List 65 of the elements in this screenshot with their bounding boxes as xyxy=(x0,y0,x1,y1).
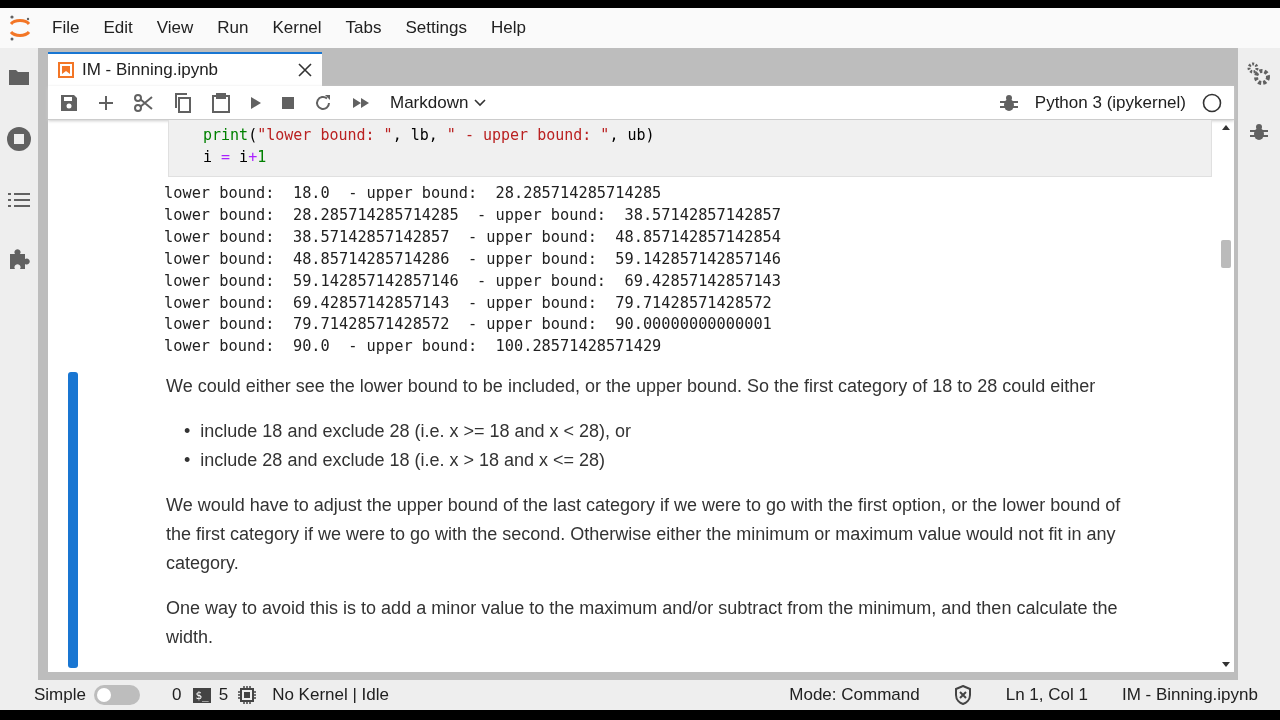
bullet: • xyxy=(184,420,191,444)
cell-type-dropdown[interactable]: Markdown xyxy=(390,92,487,113)
kernel-name[interactable]: Python 3 (ipykernel) xyxy=(1034,92,1186,113)
kernel-status[interactable]: No Kernel | Idle xyxy=(272,685,390,705)
output-line: lower bound: 18.0 - upper bound: 28.285714285714285 xyxy=(164,183,663,204)
stop-icon[interactable] xyxy=(282,96,294,109)
chip-icon xyxy=(238,686,257,704)
list-icon[interactable] xyxy=(8,192,30,208)
tab-title: IM - Binning.ipynb xyxy=(82,60,219,80)
scroll-down-arrow-icon[interactable] xyxy=(1222,662,1230,668)
menu-item[interactable]: Kernel xyxy=(260,18,334,38)
clipboard-icon[interactable] xyxy=(212,92,230,113)
scroll-up-arrow-icon[interactable] xyxy=(1222,124,1230,130)
code-line: print("lower bound: ", lb, " - upper bound: ", ub) xyxy=(203,125,656,146)
menu-item[interactable]: Edit xyxy=(91,18,145,38)
menu-item[interactable]: View xyxy=(144,18,206,38)
paragraph: We would have to adjust the upper bound of the last category if we were to go with the first option, or the lower bound of the first category if we were to go with the second. Otherwise either the minimum or maximum value would not fit in any category. xyxy=(166,494,1122,576)
gears-icon[interactable] xyxy=(1247,62,1271,86)
list-item: include 18 and exclude 28 (i.e. x >= 18 and x < 28), or xyxy=(200,420,632,444)
terminal-icon: $_ xyxy=(193,687,211,703)
stop-circle-icon[interactable] xyxy=(6,126,32,152)
notebook-icon xyxy=(58,62,74,78)
output-line: lower bound: 38.57142857142857 - upper bound: 48.857142857142854 xyxy=(164,226,783,248)
kernel-count: 5 xyxy=(218,685,229,705)
output-line: lower bound: 59.142857142857146 - upper bound: 69.42857142857143 xyxy=(164,270,783,292)
document-name: IM - Binning.ipynb xyxy=(1121,685,1258,705)
simple-label: Simple xyxy=(34,685,86,705)
menu-item[interactable]: File xyxy=(40,18,92,38)
debugger-bug-icon[interactable] xyxy=(1249,122,1269,142)
copy-icon[interactable] xyxy=(174,92,192,113)
terminal-count: 0 xyxy=(171,685,182,705)
bullet: • xyxy=(184,449,191,473)
logo-icon xyxy=(8,15,32,41)
code-cell[interactable]: print("lower bound: ", lb, " - upper bound: ", ub) i = i+1 xyxy=(168,120,1212,177)
menu-item[interactable]: Help xyxy=(478,18,538,38)
cursor-position[interactable]: Ln 1, Col 1 xyxy=(1005,685,1088,705)
code-line: i = i+1 xyxy=(203,147,268,168)
output-line: lower bound: 69.42857142857143 - upper bound: 79.71428571428572 xyxy=(164,292,773,314)
output-line: lower bound: 90.0 - upper bound: 100.28571428571429 xyxy=(164,336,663,358)
paragraph: We could either see the lower bound to be included, or the upper bound. So the first category of 18 to 28 could either xyxy=(166,375,1097,399)
puzzle-icon[interactable] xyxy=(8,248,30,270)
chevron-down-icon xyxy=(474,98,487,107)
menu-item[interactable]: Run xyxy=(205,18,261,38)
plus-icon[interactable] xyxy=(98,94,114,111)
paragraph: One way to avoid this is to add a minor value to the maximum and/or subtract from the minimum, and then calculate the width. xyxy=(166,597,1119,650)
bug-icon[interactable] xyxy=(998,92,1019,113)
output-line: lower bound: 48.85714285714286 - upper bound: 59.142857142857146 xyxy=(164,248,783,270)
menu-item[interactable]: Tabs xyxy=(333,18,394,38)
fast-forward-icon[interactable] xyxy=(352,96,370,109)
close-icon[interactable] xyxy=(298,63,312,77)
menu-item[interactable]: Settings xyxy=(393,18,479,38)
output-line: lower bound: 79.71428571428572 - upper bound: 90.00000000000001 xyxy=(164,314,773,336)
kernel-status-icon xyxy=(1202,92,1222,113)
restart-icon[interactable] xyxy=(314,93,332,112)
mode-indicator: Mode: Command xyxy=(789,685,920,705)
notebook-tab[interactable]: IM - Binning.ipynb xyxy=(48,52,322,86)
list-item: include 28 and exclude 18 (i.e. x > 18 and x <= 28) xyxy=(200,449,606,473)
scrollbar-thumb[interactable] xyxy=(1221,240,1231,268)
shield-icon[interactable] xyxy=(953,685,972,705)
scissors-icon[interactable] xyxy=(134,92,154,113)
save-icon[interactable] xyxy=(60,93,78,112)
simple-toggle[interactable] xyxy=(93,685,140,705)
folder-icon[interactable] xyxy=(8,68,30,86)
output-line: lower bound: 28.285714285714285 - upper bound: 38.57142857142857 xyxy=(164,204,783,226)
play-icon[interactable] xyxy=(250,95,262,110)
